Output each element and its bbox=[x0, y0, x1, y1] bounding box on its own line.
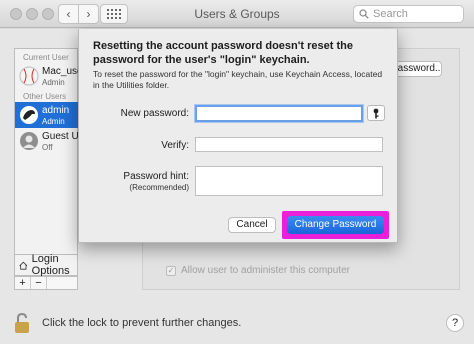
search-icon bbox=[359, 9, 369, 19]
cancel-button[interactable]: Cancel bbox=[228, 217, 276, 233]
allow-admin-checkbox[interactable]: ✓ bbox=[166, 265, 176, 276]
user-list[interactable]: Current User Mac_user Admin Other Users … bbox=[14, 48, 93, 277]
password-assistant-button[interactable] bbox=[367, 105, 385, 121]
title-bar: ‹ › Users & Groups Search bbox=[0, 0, 474, 28]
eagle-avatar bbox=[20, 106, 38, 124]
allow-admin-label: Allow user to administer this computer bbox=[181, 265, 350, 276]
guest-avatar-icon bbox=[20, 132, 38, 150]
search-field[interactable]: Search bbox=[353, 5, 464, 23]
house-icon bbox=[19, 261, 28, 270]
add-user-button[interactable]: + bbox=[15, 277, 31, 289]
baseball-avatar bbox=[19, 66, 39, 86]
user-role: Off bbox=[42, 143, 53, 152]
help-button[interactable]: ? bbox=[446, 314, 464, 332]
user-item-admin[interactable]: admin Admin bbox=[15, 102, 79, 128]
change-password-highlight: Change Password bbox=[282, 211, 389, 239]
user-item-guest[interactable]: Guest User Off bbox=[15, 128, 93, 154]
new-password-label: New password: bbox=[120, 108, 189, 119]
key-icon bbox=[373, 108, 379, 118]
remove-user-button[interactable]: − bbox=[31, 277, 47, 289]
user-item-mac-user[interactable]: Mac_user Admin bbox=[15, 63, 86, 89]
user-role: Admin bbox=[42, 78, 65, 87]
dialog-title: Resetting the account password doesn't r… bbox=[93, 40, 353, 66]
password-hint-label: Password hint: bbox=[123, 171, 189, 182]
unlocked-lock-icon[interactable] bbox=[14, 312, 32, 334]
password-hint-field[interactable] bbox=[195, 166, 383, 196]
dialog-description: To reset the password for the "login" ke… bbox=[93, 69, 383, 90]
change-password-button[interactable]: Change Password bbox=[287, 216, 384, 234]
reset-password-sheet: Resetting the account password doesn't r… bbox=[78, 29, 398, 243]
password-hint-sublabel: (Recommended) bbox=[129, 183, 189, 192]
other-users-header: Other Users bbox=[23, 92, 67, 101]
login-options-item[interactable]: Login Options bbox=[14, 253, 78, 277]
verify-label: Verify: bbox=[161, 140, 189, 151]
search-placeholder: Search bbox=[373, 8, 408, 20]
user-role: Admin bbox=[42, 117, 65, 126]
verify-field[interactable] bbox=[195, 137, 383, 152]
lock-text: Click the lock to prevent further change… bbox=[42, 317, 242, 329]
current-user-header: Current User bbox=[23, 53, 69, 62]
lock-row: Click the lock to prevent further change… bbox=[14, 312, 241, 334]
user-name: admin bbox=[42, 105, 70, 116]
login-options-label: Login Options bbox=[31, 253, 70, 277]
allow-admin-row[interactable]: ✓ Allow user to administer this computer bbox=[166, 265, 350, 276]
add-remove-bar: + − bbox=[14, 276, 78, 290]
new-password-field[interactable] bbox=[195, 105, 363, 122]
